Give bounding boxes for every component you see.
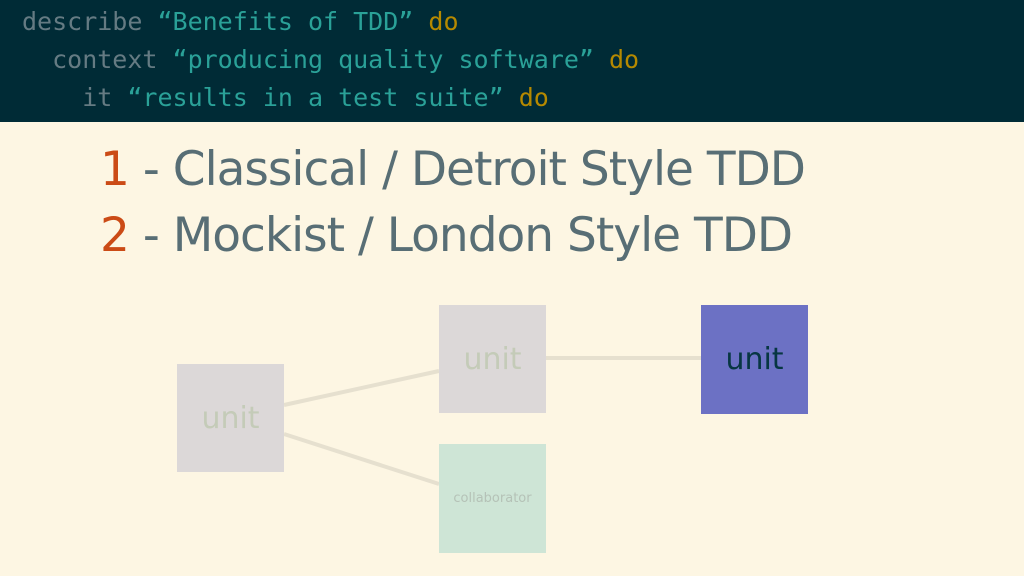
unit-node-left: unit <box>177 364 284 472</box>
edge-unit-left-to-unit-middle <box>283 369 440 407</box>
unit-node-middle: unit <box>439 305 546 413</box>
edge-unit-left-to-collaborator <box>283 432 440 486</box>
collaborator-node: collaborator <box>439 444 546 553</box>
unit-node-right: unit <box>701 305 808 414</box>
